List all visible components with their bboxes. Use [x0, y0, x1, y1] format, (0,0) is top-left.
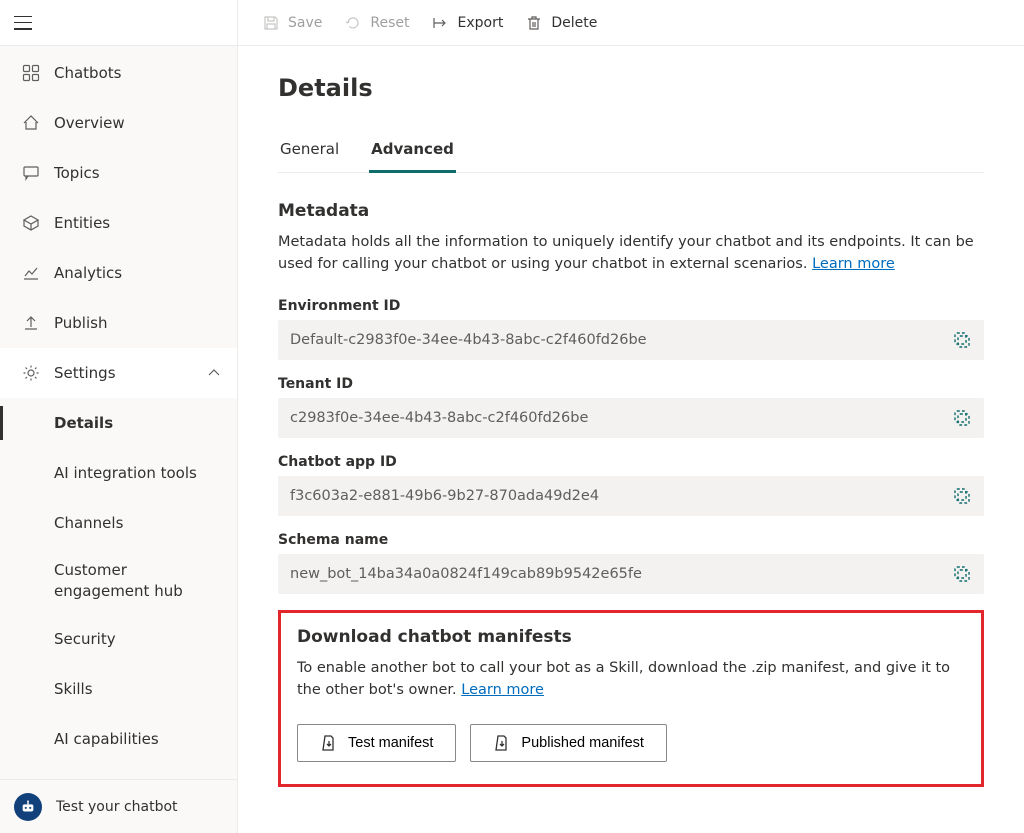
sidebar-item-settings[interactable]: Settings	[0, 348, 237, 398]
field-value: f3c603a2-e881-49b6-9b27-870ada49d2e4	[290, 488, 942, 504]
copy-icon[interactable]	[952, 408, 972, 428]
manifests-description: To enable another bot to call your bot a…	[297, 657, 965, 702]
sidebar-sub-engagement-hub[interactable]: Customer engagement hub	[0, 548, 237, 614]
sidebar-sub-label: Channels	[54, 514, 123, 532]
sidebar-item-label: Entities	[54, 214, 110, 232]
tab-strip: General Advanced	[278, 130, 984, 173]
sidebar-sub-label: Skills	[54, 680, 93, 698]
sidebar-item-label: Chatbots	[54, 64, 121, 82]
field-value: new_bot_14ba34a0a0824f149cab89b9542e65fe	[290, 566, 942, 582]
sidebar-item-topics[interactable]: Topics	[0, 148, 237, 198]
tab-advanced[interactable]: Advanced	[369, 130, 456, 173]
sidebar-item-label: Analytics	[54, 264, 122, 282]
gear-icon	[22, 364, 40, 382]
sidebar-item-label: Publish	[54, 314, 107, 332]
sidebar-item-overview[interactable]: Overview	[0, 98, 237, 148]
metadata-heading: Metadata	[278, 201, 984, 221]
sidebar-item-entities[interactable]: Entities	[0, 198, 237, 248]
cmd-label: Delete	[551, 15, 597, 31]
export-button[interactable]: Export	[431, 14, 503, 32]
sidebar-item-label: Settings	[54, 364, 116, 382]
analytics-icon	[22, 264, 40, 282]
download-manifests-section: Download chatbot manifests To enable ano…	[278, 610, 984, 787]
sidebar-sub-label: Security	[54, 630, 116, 648]
sidebar-sub-ai-capabilities[interactable]: AI capabilities	[0, 714, 237, 764]
home-icon	[22, 114, 40, 132]
metadata-learn-more-link[interactable]: Learn more	[812, 256, 895, 272]
field-label: Environment ID	[278, 298, 984, 314]
field-environment-id: Environment ID Default-c2983f0e-34ee-4b4…	[278, 298, 984, 360]
cmd-label: Reset	[370, 15, 409, 31]
sidebar-sub-security[interactable]: Security	[0, 614, 237, 664]
sidebar-sub-details[interactable]: Details	[0, 398, 237, 448]
copy-icon[interactable]	[952, 486, 972, 506]
sidebar-item-chatbots[interactable]: Chatbots	[0, 48, 237, 98]
field-value-box: new_bot_14ba34a0a0824f149cab89b9542e65fe	[278, 554, 984, 594]
chat-icon	[22, 164, 40, 182]
field-label: Chatbot app ID	[278, 454, 984, 470]
sidebar-item-analytics[interactable]: Analytics	[0, 248, 237, 298]
sidebar-nav: Chatbots Overview Topics Entities Analyt…	[0, 46, 237, 779]
field-chatbot-app-id: Chatbot app ID f3c603a2-e881-49b6-9b27-8…	[278, 454, 984, 516]
manifests-heading: Download chatbot manifests	[297, 627, 965, 647]
copy-icon[interactable]	[952, 564, 972, 584]
bot-avatar-icon	[14, 793, 42, 821]
sidebar-sub-skills[interactable]: Skills	[0, 664, 237, 714]
sidebar-item-label: Overview	[54, 114, 125, 132]
chevron-up-icon	[205, 364, 223, 382]
field-value-box: f3c603a2-e881-49b6-9b27-870ada49d2e4	[278, 476, 984, 516]
delete-button[interactable]: Delete	[525, 14, 597, 32]
manifests-desc-text: To enable another bot to call your bot a…	[297, 660, 950, 698]
cube-icon	[22, 214, 40, 232]
field-tenant-id: Tenant ID c2983f0e-34ee-4b43-8abc-c2f460…	[278, 376, 984, 438]
btn-label: Published manifest	[521, 735, 644, 751]
export-icon	[431, 14, 449, 32]
save-icon	[262, 14, 280, 32]
field-label: Schema name	[278, 532, 984, 548]
hamburger-icon[interactable]	[14, 16, 32, 30]
command-bar: Save Reset Export Delete	[238, 0, 1024, 46]
field-value-box: Default-c2983f0e-34ee-4b43-8abc-c2f460fd…	[278, 320, 984, 360]
cmd-label: Export	[457, 15, 503, 31]
upload-icon	[22, 314, 40, 332]
sidebar-sub-label: AI integration tools	[54, 464, 197, 482]
delete-icon	[525, 14, 543, 32]
footer-label: Test your chatbot	[56, 799, 178, 815]
sidebar-sub-channels[interactable]: Channels	[0, 498, 237, 548]
field-value: Default-c2983f0e-34ee-4b43-8abc-c2f460fd…	[290, 332, 942, 348]
copy-icon[interactable]	[952, 330, 972, 350]
main-panel: Save Reset Export Delete Details General…	[238, 0, 1024, 833]
sidebar: Chatbots Overview Topics Entities Analyt…	[0, 0, 238, 833]
metadata-description: Metadata holds all the information to un…	[278, 231, 984, 276]
reset-icon	[344, 14, 362, 32]
field-value: c2983f0e-34ee-4b43-8abc-c2f460fd26be	[290, 410, 942, 426]
sidebar-sub-label: Details	[54, 414, 113, 432]
sidebar-sub-label: Customer engagement hub	[54, 560, 223, 602]
test-chatbot-button[interactable]: Test your chatbot	[0, 779, 237, 833]
download-file-icon	[320, 734, 338, 752]
download-file-icon	[493, 734, 511, 752]
field-label: Tenant ID	[278, 376, 984, 392]
btn-label: Test manifest	[348, 735, 433, 751]
cmd-label: Save	[288, 15, 322, 31]
sidebar-item-publish[interactable]: Publish	[0, 298, 237, 348]
test-manifest-button[interactable]: Test manifest	[297, 724, 456, 762]
reset-button: Reset	[344, 14, 409, 32]
manifests-learn-more-link[interactable]: Learn more	[461, 682, 544, 698]
field-schema-name: Schema name new_bot_14ba34a0a0824f149cab…	[278, 532, 984, 594]
sidebar-sub-label: AI capabilities	[54, 730, 159, 748]
manifest-buttons: Test manifest Published manifest	[297, 724, 965, 762]
sidebar-item-label: Topics	[54, 164, 100, 182]
tab-general[interactable]: General	[278, 130, 341, 173]
grid-icon	[22, 64, 40, 82]
published-manifest-button[interactable]: Published manifest	[470, 724, 667, 762]
sidebar-sub-ai-integration[interactable]: AI integration tools	[0, 448, 237, 498]
sidebar-header	[0, 0, 237, 46]
content-area: Details General Advanced Metadata Metada…	[238, 46, 1024, 833]
save-button: Save	[262, 14, 322, 32]
field-value-box: c2983f0e-34ee-4b43-8abc-c2f460fd26be	[278, 398, 984, 438]
page-title: Details	[278, 74, 984, 102]
